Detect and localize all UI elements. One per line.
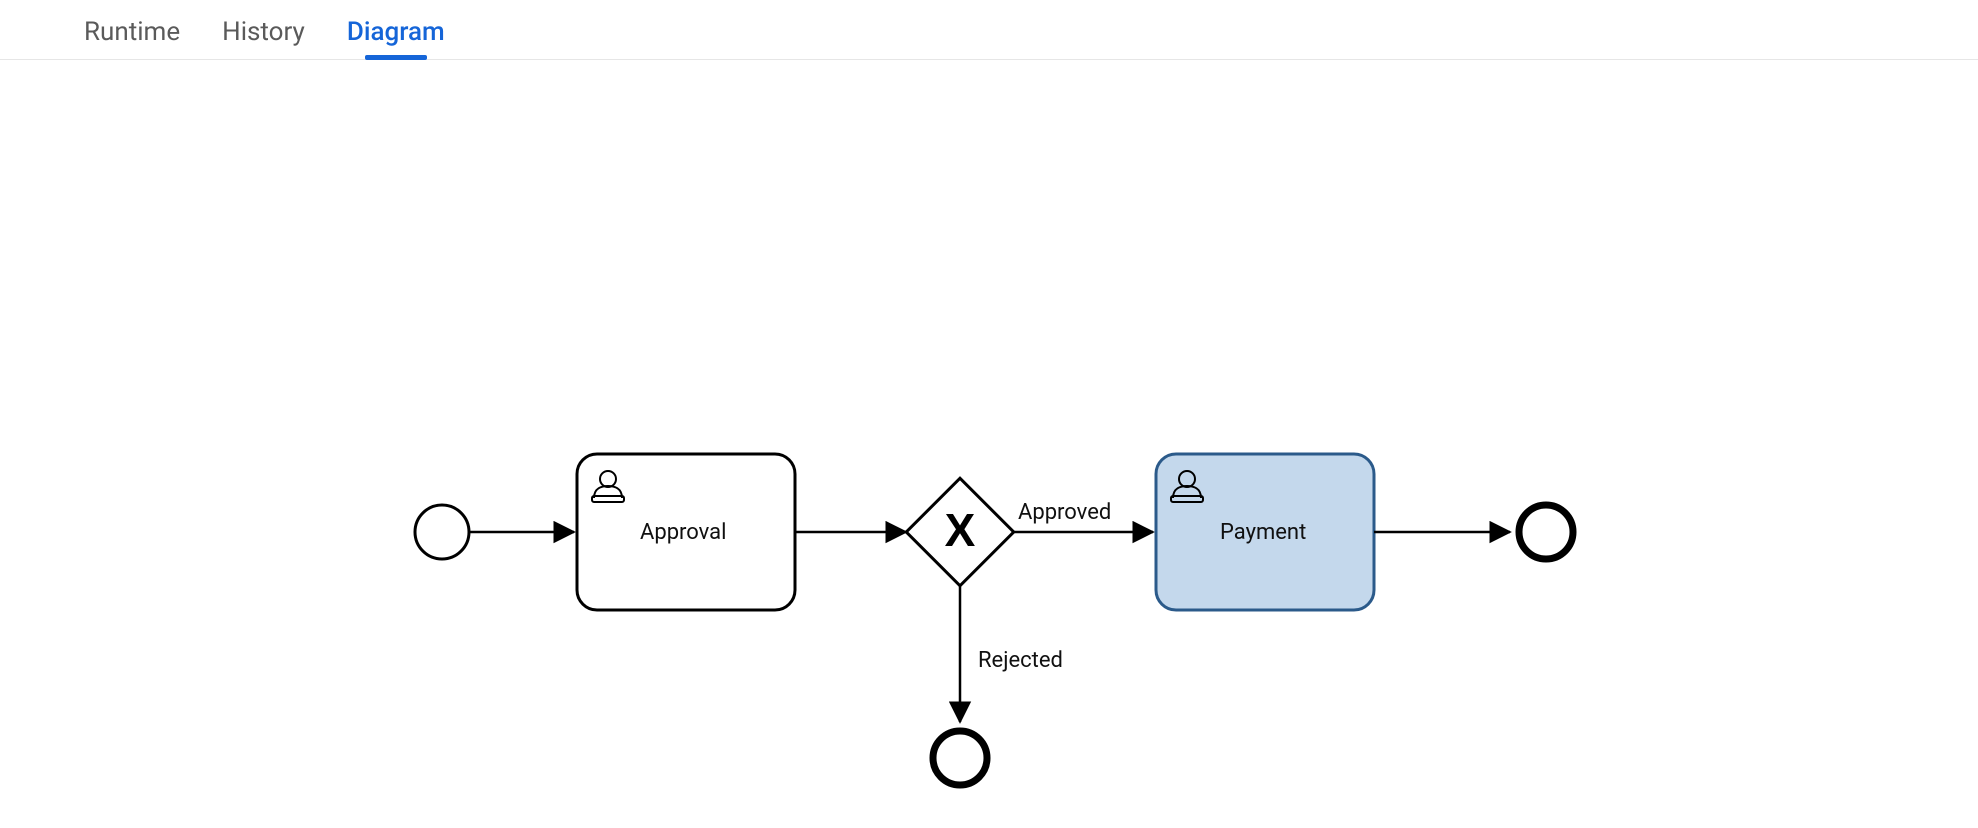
diagram-canvas[interactable]: X Approval Payment Approved Rejected (0, 60, 1978, 828)
tab-diagram[interactable]: Diagram (347, 19, 445, 59)
diagram-svg: X (0, 60, 1978, 828)
user-icon (1169, 465, 1205, 503)
tab-bar: Runtime History Diagram (0, 0, 1978, 60)
tab-history[interactable]: History (222, 19, 305, 59)
user-icon (590, 465, 626, 503)
tab-runtime[interactable]: Runtime (84, 19, 180, 59)
start-event[interactable] (414, 504, 470, 560)
exclusive-gateway[interactable] (908, 480, 1012, 584)
end-event[interactable] (1518, 504, 1574, 560)
end-event-rejected[interactable] (932, 730, 988, 786)
